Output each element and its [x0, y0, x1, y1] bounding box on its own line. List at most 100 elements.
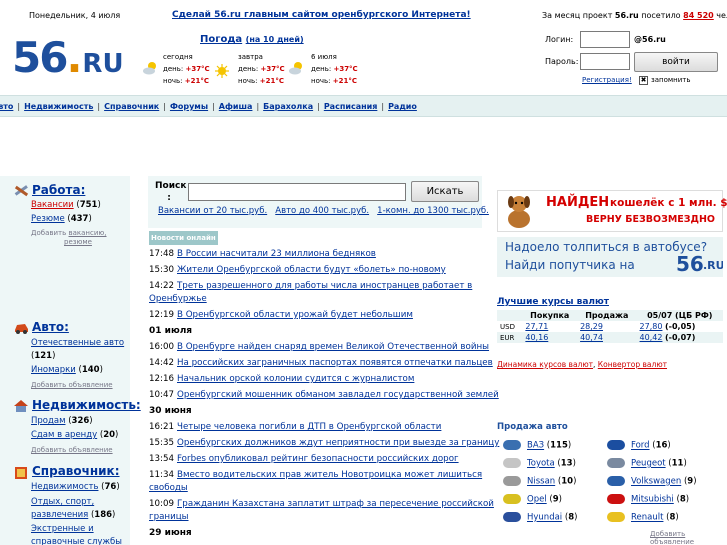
- nav-item-realty[interactable]: Недвижимость: [24, 102, 93, 111]
- job-add-prefix: Добавить: [31, 229, 67, 237]
- weather-night-temp: +21°C: [332, 77, 357, 85]
- rates-sell[interactable]: 40,74: [580, 333, 603, 342]
- main-nav: Авто|Недвижимость|Справочник|Форумы|Афиш…: [0, 95, 727, 117]
- autosale-count: 11: [671, 458, 684, 469]
- news-date-header: 30 июня: [149, 406, 192, 416]
- news-link[interactable]: Треть разрешенного для работы числа инос…: [177, 281, 472, 291]
- dir-realty-link[interactable]: Недвижимость: [31, 482, 98, 492]
- news-link[interactable]: Начальник орской колонии судится с журна…: [177, 374, 414, 384]
- job-vacancies-link[interactable]: Вакансии: [31, 200, 74, 210]
- nav-item-auto[interactable]: Авто: [0, 102, 13, 111]
- search-button[interactable]: Искать: [411, 181, 479, 202]
- news-link-continued[interactable]: Оренбуржье: [149, 294, 207, 304]
- rates-sell[interactable]: 28,29: [580, 322, 603, 331]
- car-brand-icon: [503, 458, 521, 468]
- car-icon: [13, 320, 30, 338]
- autosale-brand-link[interactable]: Nissan: [527, 477, 555, 487]
- autosale-count: 8: [679, 494, 686, 505]
- nav-item-forums[interactable]: Форумы: [170, 102, 208, 111]
- autosale-count: 13: [560, 458, 573, 469]
- weather-day-label: день:: [163, 65, 184, 73]
- realty-sell-link[interactable]: Продам: [31, 416, 66, 426]
- autosale-brand-link[interactable]: ВАЗ: [527, 441, 544, 451]
- section-auto-title[interactable]: Авто:: [32, 320, 69, 334]
- news-link[interactable]: Вместо водительских прав житель Новотрои…: [177, 470, 482, 480]
- autosale-brand-link[interactable]: Opel: [527, 495, 547, 505]
- autosale-brand-link[interactable]: Peugeot: [631, 459, 666, 469]
- banner-carpool[interactable]: Надоело толпиться в автобусе? Найди попу…: [497, 237, 723, 277]
- rates-dynamics-link[interactable]: Динамика курсов валют: [497, 360, 593, 369]
- nav-item-radio[interactable]: Радио: [388, 102, 417, 111]
- news-link[interactable]: В Оренбурге найден снаряд времен Великой…: [177, 342, 489, 352]
- rates-title[interactable]: Лучшие курсы валют: [497, 297, 609, 307]
- search-input[interactable]: [188, 183, 406, 201]
- weather-link[interactable]: Погода: [200, 34, 242, 45]
- dir-leisure-link[interactable]: Отдых, спорт, развлечения: [31, 497, 94, 520]
- dir-leisure-count: 186: [94, 510, 113, 520]
- nav-item-afisha[interactable]: Афиша: [219, 102, 253, 111]
- autosale-brand-link[interactable]: Hyundai: [527, 513, 562, 523]
- search-hint-link[interactable]: 1-комн. до 1300 тыс.руб.: [377, 206, 489, 216]
- realty-add-link[interactable]: Добавить объявление: [31, 446, 113, 454]
- job-add-resume-link[interactable]: резюме: [64, 238, 92, 246]
- autosale-brand-link[interactable]: Toyota: [527, 459, 555, 469]
- news-link[interactable]: В Оренбургской области урожай будет небо…: [177, 310, 413, 320]
- banner-carpool-brand: 56: [676, 252, 704, 276]
- news-link[interactable]: Четыре человека погибли в ДТП в Оренбург…: [177, 422, 441, 432]
- news-link[interactable]: Forbes опубликовал рейтинг безопасности …: [177, 454, 459, 464]
- rates-cb[interactable]: 27,80: [640, 322, 663, 331]
- visitors-count[interactable]: 84 520: [683, 11, 714, 20]
- login-input[interactable]: [580, 31, 630, 48]
- banner-wallet[interactable]: НАЙДЕН кошелёк с 1 млн. $ ВЕРНУ БЕЗВОЗМЕ…: [497, 190, 727, 232]
- section-directory-title[interactable]: Справочник:: [32, 464, 120, 478]
- nav-item-directory[interactable]: Справочник: [104, 102, 159, 111]
- autosale-brand-link[interactable]: Ford: [631, 441, 650, 451]
- password-input[interactable]: [580, 53, 630, 70]
- news-time: 15:30: [149, 265, 175, 275]
- job-add-vacancy-link[interactable]: вакансию,: [68, 229, 106, 237]
- login-button[interactable]: войти: [634, 52, 718, 72]
- car-brand-icon: [607, 440, 625, 450]
- autosale-brand-link[interactable]: Mitsubishi: [631, 495, 674, 505]
- section-job-title[interactable]: Работа:: [32, 183, 85, 197]
- search-hint-link[interactable]: Авто до 400 тыс.руб.: [275, 206, 369, 216]
- news-link[interactable]: Оренбургский мошенник обманом завладел г…: [177, 390, 499, 400]
- news-link[interactable]: На российских заграничных паспортах появ…: [177, 358, 493, 368]
- rates-buy[interactable]: 40,16: [525, 333, 548, 342]
- auto-add-link[interactable]: Добавить объявление: [31, 381, 113, 389]
- rates-cb[interactable]: 40,42: [640, 333, 663, 342]
- rates-buy[interactable]: 27,71: [525, 322, 548, 331]
- auto-foreign-link[interactable]: Иномарки: [31, 365, 76, 375]
- autosale-brand-link[interactable]: Renault: [631, 513, 663, 523]
- dir-realty-count: 76: [104, 482, 117, 492]
- nav-item-schedules[interactable]: Расписания: [324, 102, 378, 111]
- news-link[interactable]: Гражданин Казахстана заплатит штраф за п…: [177, 499, 494, 509]
- section-realty-title[interactable]: Недвижимость:: [32, 398, 141, 412]
- news-link[interactable]: Оренбургских должников ждут неприятности…: [177, 438, 499, 448]
- autosale-count: 9: [687, 476, 694, 487]
- search-hint-link[interactable]: Вакансии от 20 тыс.руб.: [158, 206, 267, 216]
- remember-checkbox[interactable]: ✖: [639, 76, 648, 85]
- news-link-continued[interactable]: границы: [149, 512, 189, 522]
- banner-found-rest: кошелёк с 1 млн. $: [610, 197, 727, 209]
- site-logo[interactable]: 56.RU: [12, 33, 124, 82]
- visitors-mid: посетило: [641, 11, 681, 20]
- nav-item-flea[interactable]: Барахолка: [263, 102, 313, 111]
- autosale-brand-link[interactable]: Volkswagen: [631, 477, 681, 487]
- auto-domestic-link[interactable]: Отечественные авто: [31, 338, 124, 348]
- make-homepage-link[interactable]: Сделай 56.ru главным сайтом оренбургског…: [172, 10, 471, 20]
- autosale-add-link[interactable]: Добавить объявление: [650, 530, 727, 545]
- dir-emergency: Экстренные и справочные службы: [31, 523, 129, 545]
- weather-10days-link[interactable]: (на 10 дней): [246, 35, 304, 44]
- rates-converter-link[interactable]: Конвертор валют: [598, 360, 667, 369]
- news-link-continued[interactable]: свободы: [149, 483, 188, 493]
- dir-emergency-link[interactable]: Экстренные и справочные службы: [31, 524, 122, 545]
- car-brand-icon: [607, 494, 625, 504]
- weather-night-temp: +21°C: [259, 77, 284, 85]
- realty-rent-link[interactable]: Сдам в аренду: [31, 430, 97, 440]
- weather-day-tomorrow: завтра день: +37°C ночь: +21°C: [238, 51, 285, 87]
- news-link[interactable]: В России насчитали 23 миллиона бедняков: [177, 249, 376, 259]
- job-resumes-link[interactable]: Резюме: [31, 214, 65, 224]
- register-link[interactable]: Регистрация!: [582, 76, 632, 84]
- news-link[interactable]: Жители Оренбургской области будут «болет…: [177, 265, 446, 275]
